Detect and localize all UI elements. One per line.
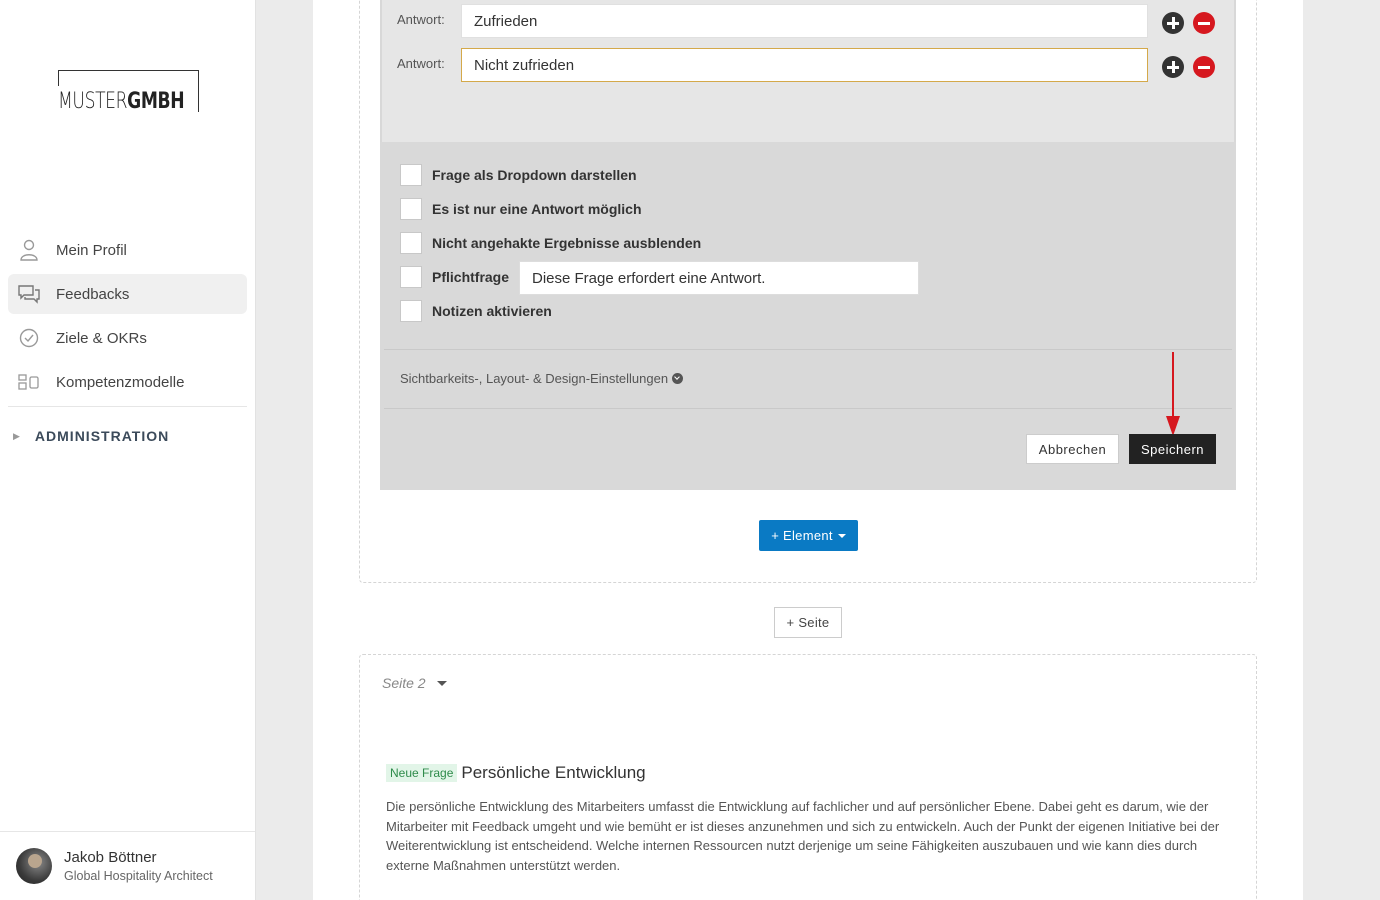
expand-triangle-icon: ▶ <box>13 430 21 441</box>
page-2-label: Seite 2 <box>382 675 426 691</box>
nav-item-kompetenzmodelle[interactable]: Kompetenzmodelle <box>8 362 247 402</box>
nav-item-mein-profil[interactable]: Mein Profil <box>8 230 247 270</box>
nav-label: Ziele & OKRs <box>56 329 147 347</box>
option-label: Pflichtfrage <box>432 269 510 285</box>
answer-label: Antwort: <box>397 56 445 71</box>
add-page-button[interactable]: + Seite <box>774 607 842 638</box>
answer-label: Antwort: <box>397 12 445 27</box>
remove-answer-icon[interactable] <box>1193 12 1215 34</box>
user-role: Global Hospitality Architect <box>64 869 213 883</box>
administration-label: ADMINISTRATION <box>34 428 170 444</box>
visibility-settings-label: Sichtbarkeits-, Layout- & Design-Einstel… <box>400 371 669 386</box>
logo-text-part2: GMBH <box>127 89 185 114</box>
checkbox-dropdown[interactable] <box>400 164 422 186</box>
required-message-input[interactable]: Diese Frage erfordert eine Antwort. <box>519 261 919 295</box>
annotation-arrow-icon <box>1166 352 1180 436</box>
nav-label: Kompetenzmodelle <box>56 373 185 391</box>
check-circle-icon <box>18 327 40 349</box>
new-question-badge: Neue Frage <box>386 764 458 782</box>
option-hide-unchecked: Nicht angehakte Ergebnisse ausblenden <box>400 232 701 254</box>
logo-text-part1: MUSTER <box>58 89 128 114</box>
option-required: Pflichtfrage <box>400 266 509 288</box>
sidebar: MUSTERGMBH Mein Profil Feedbacks Ziele &… <box>0 0 256 900</box>
add-answer-icon[interactable] <box>1162 56 1184 78</box>
checkbox-hide-unchecked[interactable] <box>400 232 422 254</box>
checkbox-required[interactable] <box>400 266 422 288</box>
option-notes: Notizen aktivieren <box>400 300 552 322</box>
caret-down-icon <box>436 680 447 686</box>
chevron-down-circle-icon <box>672 373 684 384</box>
checkbox-notes[interactable] <box>400 300 422 322</box>
caret-down-icon <box>837 533 846 538</box>
option-label: Es ist nur eine Antwort möglich <box>432 201 642 217</box>
add-element-label: + Element <box>771 528 833 543</box>
user-name: Jakob Böttner <box>64 849 157 866</box>
question-title-text: Persönliche Entwicklung <box>461 763 646 782</box>
question-title[interactable]: Neue Frage Persönliche Entwicklung <box>386 763 646 783</box>
chat-bubbles-icon <box>18 283 40 305</box>
remove-answer-icon[interactable] <box>1193 56 1215 78</box>
user-profile-bar[interactable]: Jakob Böttner Global Hospitality Archite… <box>0 831 255 900</box>
option-label: Notizen aktivieren <box>432 303 552 319</box>
nav-label: Mein Profil <box>56 241 127 259</box>
option-single-answer: Es ist nur eine Antwort möglich <box>400 198 642 220</box>
nav-item-feedbacks[interactable]: Feedbacks <box>8 274 247 314</box>
divider <box>384 408 1232 409</box>
divider <box>384 349 1232 350</box>
add-element-button[interactable]: + Element <box>759 520 858 551</box>
add-answer-icon[interactable] <box>1162 12 1184 34</box>
cancel-button[interactable]: Abbrechen <box>1026 434 1119 464</box>
answer-input[interactable]: Zufrieden <box>461 4 1148 38</box>
answer-input[interactable]: Nicht zufrieden <box>461 48 1148 82</box>
nav-item-ziele-okrs[interactable]: Ziele & OKRs <box>8 318 247 358</box>
option-label: Frage als Dropdown darstellen <box>432 167 637 183</box>
avatar <box>16 848 52 884</box>
save-button[interactable]: Speichern <box>1129 434 1216 464</box>
option-label: Nicht angehakte Ergebnisse ausblenden <box>432 235 702 251</box>
visibility-settings-toggle[interactable]: Sichtbarkeits-, Layout- & Design-Einstel… <box>400 371 684 386</box>
checkbox-single-answer[interactable] <box>400 198 422 220</box>
page-2-toggle[interactable]: Seite 2 <box>382 675 447 691</box>
nav-label: Feedbacks <box>56 285 130 303</box>
user-icon <box>18 239 40 261</box>
company-logo[interactable]: MUSTERGMBH <box>58 70 199 114</box>
question-description: Die persönliche Entwicklung des Mitarbei… <box>386 799 1220 874</box>
administration-toggle[interactable]: ▶ ADMINISTRATION <box>8 407 247 465</box>
main-navigation: Mein Profil Feedbacks Ziele & OKRs Kompe… <box>8 230 247 465</box>
option-dropdown: Frage als Dropdown darstellen <box>400 164 637 186</box>
grid-model-icon <box>18 371 40 393</box>
